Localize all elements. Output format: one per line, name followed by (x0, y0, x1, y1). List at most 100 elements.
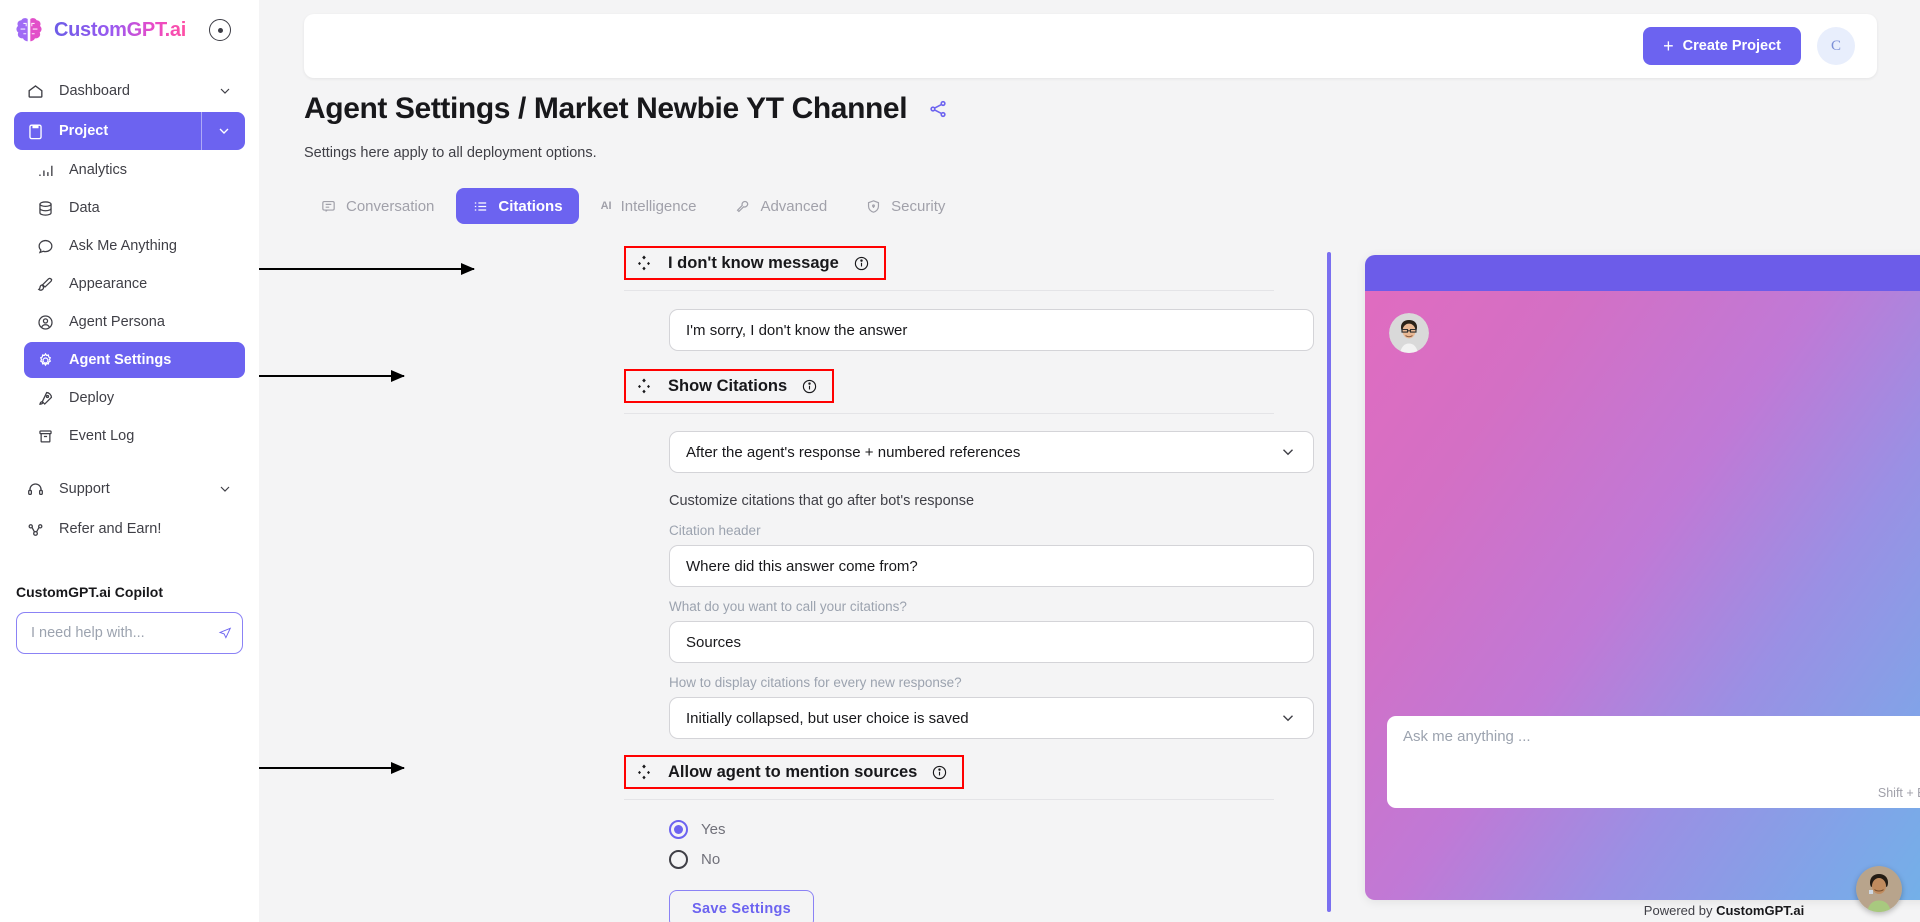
customgpt-brain-logo-icon (16, 18, 42, 42)
chat-input-placeholder: Ask me anything ... (1403, 728, 1531, 745)
chat-input-hint: Shift + Enter to add a new line (1877, 786, 1920, 800)
annotation-arrow-citations (259, 370, 405, 382)
tab-intelligence[interactable]: AI Intelligence (585, 188, 713, 224)
list-citation-icon (475, 201, 487, 211)
tab-security[interactable]: Security (849, 188, 961, 224)
chat-launcher-fab[interactable] (1856, 866, 1902, 912)
section-header-idk-message: I don't know message (624, 246, 886, 280)
chevron-down-icon (1283, 715, 1293, 722)
citation-name-input[interactable] (669, 621, 1314, 663)
send-plane-icon[interactable] (218, 623, 232, 643)
tab-advanced[interactable]: Advanced (718, 188, 843, 224)
citation-name-label: What do you want to call your citations? (669, 599, 907, 614)
drag-handle-diamonds-icon[interactable] (634, 253, 654, 273)
share-nodes-icon[interactable] (927, 98, 949, 120)
citation-header-label: Citation header (669, 523, 761, 538)
section-title: Show Citations (668, 376, 788, 395)
sidebar-item-label: Event Log (69, 428, 135, 444)
chat-bubble-icon (38, 239, 53, 254)
sidebar-item-agent-persona[interactable]: Agent Persona (24, 304, 245, 340)
sidebar-item-refer-and-earn[interactable]: Refer and Earn! (14, 510, 245, 548)
sidebar: CustomGPT.ai Dashboard Project Analytics… (0, 0, 259, 922)
sidebar-item-label: Support (59, 481, 110, 497)
sidebar-item-label: Refer and Earn! (59, 521, 162, 537)
save-settings-button[interactable]: Save Settings (669, 890, 814, 922)
radio-option-yes[interactable]: Yes (669, 814, 1274, 844)
citation-display-select[interactable]: Initially collapsed, but user choice is … (669, 697, 1314, 739)
idk-message-input[interactable] (669, 309, 1314, 351)
paintbrush-icon (37, 277, 53, 291)
chevron-down-icon (220, 486, 230, 492)
sidebar-item-deploy[interactable]: Deploy (24, 380, 245, 416)
show-citations-select[interactable]: After the agent's response + numbered re… (669, 431, 1314, 473)
sidebar-item-ask-me-anything[interactable]: Ask Me Anything (24, 228, 245, 264)
info-circle-icon[interactable] (931, 764, 948, 781)
radio-yes-label: Yes (701, 820, 726, 838)
show-citations-value: After the agent's response + numbered re… (686, 443, 1021, 461)
annotation-arrow-mention-sources (259, 762, 405, 774)
chat-preview-header (1365, 255, 1920, 291)
powered-brand: CustomGPT.ai (1716, 903, 1805, 918)
brand-row: CustomGPT.ai (0, 0, 259, 60)
create-project-button[interactable]: + Create Project (1643, 27, 1801, 65)
person-avatar-icon (1389, 313, 1429, 353)
citation-header-input[interactable] (669, 545, 1314, 587)
copilot-input-wrapper[interactable] (16, 612, 243, 654)
drag-handle-diamonds-icon[interactable] (634, 376, 654, 396)
sidebar-item-label: Project (59, 123, 109, 139)
sidebar-item-label: Dashboard (59, 83, 130, 99)
sidebar-nav: Dashboard Project Analytics Data Ask Me … (0, 60, 259, 548)
annotation-arrow-idk (259, 263, 475, 275)
sidebar-item-agent-settings[interactable]: Agent Settings (24, 342, 245, 378)
chat-input-wrapper[interactable]: Ask me anything ... Shift + Enter to add… (1387, 716, 1920, 808)
sidebar-item-project[interactable]: Project (14, 112, 245, 150)
radio-yes-input[interactable] (669, 819, 688, 839)
bar-chart-icon (39, 165, 53, 176)
info-circle-icon[interactable] (801, 378, 818, 395)
section-header-show-citations: Show Citations (624, 369, 835, 403)
sidebar-item-data[interactable]: Data (24, 190, 245, 226)
settings-tabs: Conversation Citations AI Intelligence A… (304, 188, 961, 224)
tab-citations[interactable]: Citations (456, 188, 579, 224)
chevron-down-icon (1283, 449, 1293, 456)
section-divider (624, 290, 1274, 291)
project-expand-toggle[interactable] (201, 112, 245, 150)
sidebar-item-event-log[interactable]: Event Log (24, 418, 245, 454)
sidebar-item-support[interactable]: Support (14, 470, 245, 508)
tab-conversation[interactable]: Conversation (304, 188, 450, 224)
tab-label: Conversation (346, 197, 435, 215)
copilot-input[interactable] (31, 625, 218, 641)
chat-preview-widget: Ask me anything ... Shift + Enter to add… (1365, 255, 1920, 900)
plus-icon: + (1663, 36, 1674, 56)
radio-option-no[interactable]: No (669, 844, 1274, 874)
tab-label: Citations (498, 197, 563, 215)
home-icon (28, 84, 43, 98)
sidebar-item-label: Appearance (69, 276, 148, 292)
info-circle-icon[interactable] (853, 255, 870, 272)
main-content: + Create Project C Agent Settings / Mark… (259, 0, 1920, 922)
sidebar-item-analytics[interactable]: Analytics (24, 152, 245, 188)
user-avatar[interactable]: C (1817, 27, 1855, 65)
section-header-show-citations-wrap: Show Citations (624, 369, 1274, 403)
create-project-label: Create Project (1682, 38, 1781, 54)
vertical-divider (1327, 252, 1331, 912)
sidebar-item-appearance[interactable]: Appearance (24, 266, 245, 302)
customize-citations-text: Customize citations that go after bot's … (669, 493, 975, 509)
chat-preview-body: Ask me anything ... Shift + Enter to add… (1365, 291, 1920, 900)
page-subtitle: Settings here apply to all deployment op… (304, 145, 597, 161)
headset-icon (28, 482, 43, 495)
tab-label: Security (891, 197, 946, 215)
section-header-mention-sources: Allow agent to mention sources (624, 755, 965, 789)
avatar-illustration (1389, 313, 1429, 353)
radio-no-input[interactable] (669, 849, 688, 869)
collapse-circle-icon[interactable] (209, 19, 231, 41)
sidebar-item-dashboard[interactable]: Dashboard (14, 72, 245, 110)
radio-no-label: No (701, 850, 721, 868)
section-header-mention-sources-wrap: Allow agent to mention sources (624, 755, 1274, 789)
sidebar-item-label: Data (69, 200, 100, 216)
drag-handle-diamonds-icon[interactable] (634, 762, 654, 782)
sidebar-item-label: Deploy (69, 390, 115, 406)
rocket-icon (39, 391, 53, 405)
archive-icon (39, 429, 52, 443)
mention-sources-options: Yes No Save Settings (624, 814, 1274, 922)
